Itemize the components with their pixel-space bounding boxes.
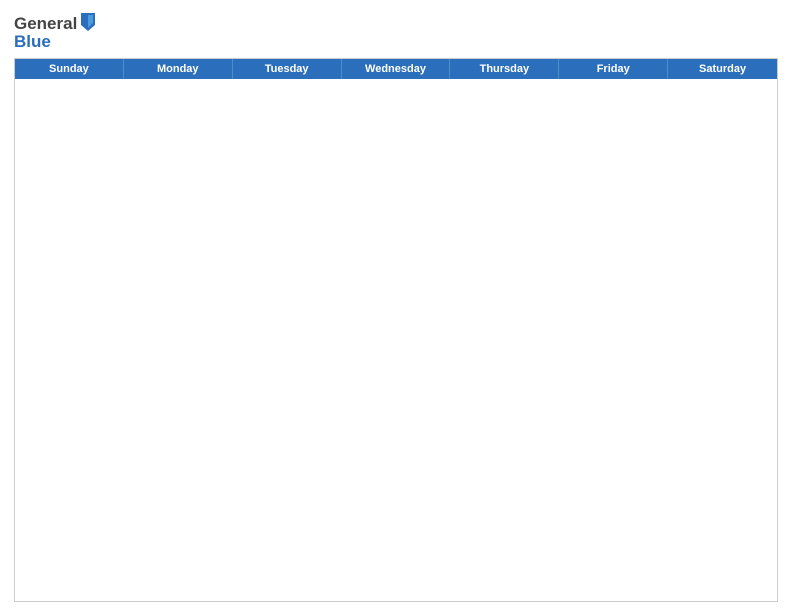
logo: General Blue [14, 14, 97, 52]
calendar: SundayMondayTuesdayWednesdayThursdayFrid… [14, 58, 778, 602]
header-day-sunday: Sunday [15, 59, 124, 79]
logo-blue-text: Blue [14, 32, 97, 52]
header-day-monday: Monday [124, 59, 233, 79]
header-day-tuesday: Tuesday [233, 59, 342, 79]
logo-general-text: General [14, 14, 77, 34]
header-day-saturday: Saturday [668, 59, 777, 79]
header-day-thursday: Thursday [450, 59, 559, 79]
logo-icon [79, 11, 97, 33]
header: General Blue [14, 10, 778, 52]
header-day-wednesday: Wednesday [342, 59, 451, 79]
calendar-header: SundayMondayTuesdayWednesdayThursdayFrid… [15, 59, 777, 79]
calendar-body [15, 79, 777, 601]
header-day-friday: Friday [559, 59, 668, 79]
